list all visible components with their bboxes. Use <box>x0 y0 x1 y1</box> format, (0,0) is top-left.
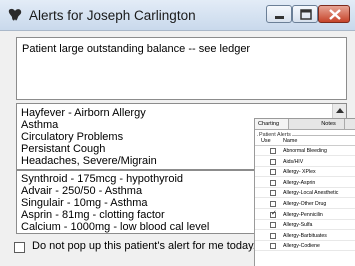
close-button[interactable] <box>318 5 350 23</box>
row-divider <box>255 155 355 156</box>
row-divider <box>255 165 355 167</box>
checkmark-icon: ✓ <box>271 209 277 217</box>
condition-item: Asthma <box>21 119 59 131</box>
row-divider <box>255 186 355 188</box>
tab-notes[interactable]: Notes <box>313 119 345 129</box>
row-divider <box>255 239 355 241</box>
alert-row[interactable]: Allergy-Barbituates <box>255 232 355 241</box>
header-divider <box>255 145 355 146</box>
alert-row[interactable]: Allergy-Sulfa <box>255 221 355 231</box>
close-icon <box>329 9 341 20</box>
alert-row[interactable]: Allergy- XPlex <box>255 168 355 178</box>
tooth-app-icon <box>8 8 22 21</box>
panel-tabs: Charting Notes <box>255 119 355 130</box>
minimize-icon <box>275 16 284 19</box>
scroll-up-icon[interactable] <box>336 108 344 113</box>
medication-item: Calcium - 1000mg - low blood cal level <box>21 221 210 233</box>
condition-item: Hayfever - Airborn Allergy <box>21 107 146 119</box>
row-divider <box>255 197 355 199</box>
alerts-window: Alerts for Joseph Carlington Patient lar… <box>0 0 355 266</box>
condition-item: Circulatory Problems <box>21 131 124 143</box>
alert-use-checkbox[interactable] <box>270 169 276 176</box>
alert-note-box[interactable]: Patient large outstanding balance -- see… <box>16 37 347 100</box>
row-divider <box>255 176 355 178</box>
title-bar[interactable]: Alerts for Joseph Carlington <box>0 0 355 31</box>
row-divider <box>255 208 355 209</box>
medication-item: Singulair - 10mg - Asthma <box>21 197 148 209</box>
row-divider <box>255 250 355 252</box>
row-divider <box>255 218 355 220</box>
condition-item: Persistant Cough <box>21 143 106 155</box>
alert-row[interactable]: Allergy-Codiene <box>255 242 355 252</box>
alert-use-checkbox[interactable]: ✓ <box>270 209 277 218</box>
minimize-button[interactable] <box>266 5 292 23</box>
medication-item: Synthroid - 175mcg - hypothyroid <box>21 173 184 185</box>
alert-use-checkbox[interactable] <box>270 222 276 229</box>
skip-alert-label: Do not pop up this patient's alert for m… <box>32 240 256 252</box>
name-column-header: Name <box>283 138 298 144</box>
alert-note-text: Patient large outstanding balance -- see… <box>22 43 251 55</box>
alert-use-checkbox[interactable] <box>270 232 276 239</box>
window-title: Alerts for Joseph Carlington <box>29 8 196 23</box>
skip-alert-checkbox[interactable] <box>14 242 25 253</box>
alert-row[interactable]: ✓ Allergy-Pennicilin <box>255 209 355 220</box>
tab-charting[interactable]: Charting <box>255 119 289 129</box>
alert-row[interactable]: Aids/HIV <box>255 158 355 167</box>
medication-item: Asprin - 81mg - clotting factor <box>21 209 165 221</box>
condition-item: Headaches, Severe/Migrain <box>21 155 157 167</box>
alert-row[interactable]: Allergy-Local Anesthetic <box>255 189 355 199</box>
alert-row[interactable]: Allergy-Asprin <box>255 179 355 188</box>
patient-alerts-panel: Charting Notes Patient Alerts Use Name A… <box>254 118 355 266</box>
alert-use-checkbox[interactable] <box>270 243 276 250</box>
alert-row[interactable]: Abnormal Bleeding <box>255 147 355 156</box>
maximize-button[interactable] <box>292 5 318 23</box>
use-column-header: Use <box>261 138 271 144</box>
medication-item: Advair - 250/50 - Asthma <box>21 185 143 197</box>
maximize-icon <box>300 9 312 20</box>
alert-use-checkbox[interactable] <box>270 148 276 154</box>
alert-row[interactable]: Allergy-Other Drug <box>255 200 355 209</box>
alert-use-checkbox[interactable] <box>270 190 276 197</box>
alert-use-checkbox[interactable] <box>270 201 276 207</box>
alert-use-checkbox[interactable] <box>270 158 276 165</box>
row-divider <box>255 229 355 231</box>
alert-use-checkbox[interactable] <box>270 179 276 186</box>
